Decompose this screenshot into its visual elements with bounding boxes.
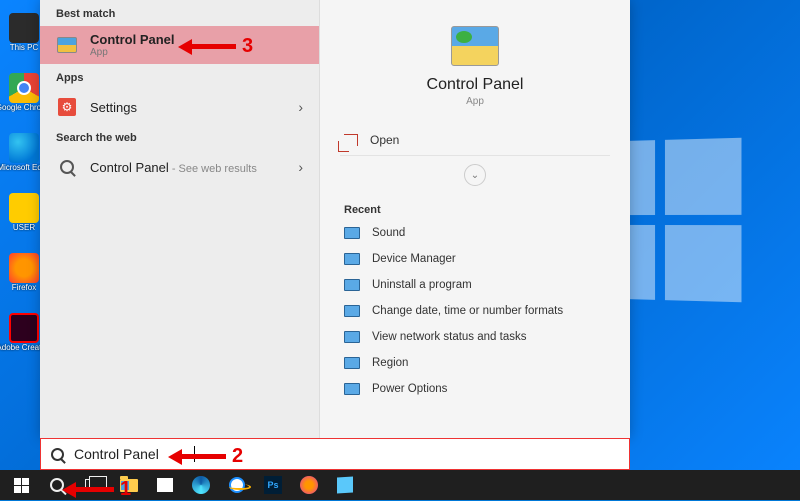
section-apps: Apps xyxy=(40,64,319,90)
settings-icon: ⚙ xyxy=(56,96,78,118)
chrome-icon xyxy=(9,73,39,103)
search-input[interactable] xyxy=(74,446,184,462)
control-panel-item-icon xyxy=(344,305,360,317)
task-view-icon xyxy=(85,479,101,491)
control-panel-icon xyxy=(56,34,78,56)
search-preview-pane: Control Panel App Open ⌄ Recent Sound De… xyxy=(320,0,630,438)
result-title: Settings xyxy=(90,100,286,115)
photoshop-icon: Ps xyxy=(264,476,282,494)
start-button[interactable] xyxy=(4,470,38,500)
file-explorer-icon xyxy=(120,479,138,492)
microsoft-store-icon xyxy=(157,478,173,492)
desktop-icon-adobe[interactable]: Adobe Creative xyxy=(4,300,44,352)
firefox-icon xyxy=(9,253,39,283)
taskbar-app-firefox[interactable] xyxy=(292,470,326,500)
taskbar-app-store[interactable] xyxy=(148,470,182,500)
control-panel-item-icon xyxy=(344,227,360,239)
recent-item-date-time[interactable]: Change date, time or number formats xyxy=(340,298,610,324)
taskbar-search-button[interactable] xyxy=(40,470,74,500)
section-search-web: Search the web xyxy=(40,124,319,150)
taskbar-app-ie[interactable] xyxy=(220,470,254,500)
notepad-icon xyxy=(337,476,353,493)
edge-icon xyxy=(9,133,39,163)
search-results-column: Best match Control Panel App Apps ⚙ Sett… xyxy=(40,0,320,438)
task-view-button[interactable] xyxy=(76,470,110,500)
taskbar-search-box[interactable] xyxy=(40,438,630,470)
taskbar-app-edge[interactable] xyxy=(184,470,218,500)
result-best-match-control-panel[interactable]: Control Panel App xyxy=(40,26,319,64)
edge-icon xyxy=(192,476,210,494)
result-app-settings[interactable]: ⚙ Settings › xyxy=(40,90,319,124)
taskbar-app-photoshop[interactable]: Ps xyxy=(256,470,290,500)
preview-open-button[interactable]: Open xyxy=(340,125,610,156)
pc-icon xyxy=(9,13,39,43)
recent-item-region[interactable]: Region xyxy=(340,350,610,376)
control-panel-item-icon xyxy=(344,279,360,291)
taskbar-app-file-explorer[interactable] xyxy=(112,470,146,500)
result-title: Control Panel - See web results xyxy=(90,160,286,175)
desktop-icon-firefox[interactable]: Firefox xyxy=(4,240,44,292)
chevron-right-icon: › xyxy=(298,99,303,115)
recent-item-power[interactable]: Power Options xyxy=(340,376,610,402)
recent-item-sound[interactable]: Sound xyxy=(340,220,610,246)
adobe-icon xyxy=(9,313,39,343)
desktop-icon-edge[interactable]: Microsoft Edge xyxy=(4,120,44,172)
section-best-match: Best match xyxy=(40,0,319,26)
recent-item-uninstall[interactable]: Uninstall a program xyxy=(340,272,610,298)
start-search-panel: Best match Control Panel App Apps ⚙ Sett… xyxy=(40,0,630,438)
result-subtitle: App xyxy=(90,47,303,58)
desktop-icon-this-pc[interactable]: This PC xyxy=(4,0,44,52)
control-panel-item-icon xyxy=(344,357,360,369)
desktop-icon-chrome[interactable]: Google Chrome xyxy=(4,60,44,112)
chevron-right-icon: › xyxy=(298,159,303,175)
result-web-control-panel[interactable]: Control Panel - See web results › xyxy=(40,150,319,184)
search-icon xyxy=(50,478,64,492)
recent-item-network[interactable]: View network status and tasks xyxy=(340,324,610,350)
windows-start-icon xyxy=(14,478,29,493)
recent-header: Recent xyxy=(340,200,610,220)
taskbar: Ps xyxy=(0,470,800,500)
expand-chevron-button[interactable]: ⌄ xyxy=(464,164,486,186)
text-cursor xyxy=(194,446,195,462)
control-panel-item-icon xyxy=(344,331,360,343)
recent-item-device-manager[interactable]: Device Manager xyxy=(340,246,610,272)
preview-title: Control Panel xyxy=(340,76,610,94)
search-icon xyxy=(51,448,64,461)
open-icon xyxy=(344,134,358,146)
control-panel-item-icon xyxy=(344,383,360,395)
result-title: Control Panel xyxy=(90,32,303,47)
user-folder-icon xyxy=(9,193,39,223)
control-panel-item-icon xyxy=(344,253,360,265)
search-icon xyxy=(56,156,78,178)
firefox-icon xyxy=(300,476,318,494)
open-label: Open xyxy=(370,133,399,147)
desktop-icon-user[interactable]: USER xyxy=(4,180,44,232)
taskbar-app-notepad[interactable] xyxy=(328,470,362,500)
control-panel-large-icon xyxy=(451,26,499,66)
preview-subtitle: App xyxy=(340,96,610,107)
internet-explorer-icon xyxy=(229,477,245,493)
